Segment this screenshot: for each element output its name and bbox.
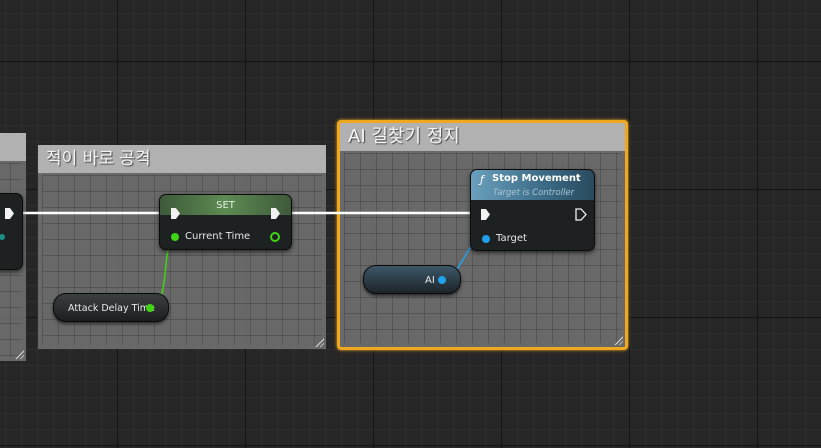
exec-in-pin[interactable] [481,209,490,220]
comment-title[interactable]: AI 길찾기 정지 [340,123,625,151]
attack-delay-time-node[interactable]: Attack Delay Time [53,293,169,322]
comment-title[interactable]: 적이 바로 공격 [38,145,326,173]
exec-out-pin[interactable] [5,208,14,219]
set-node[interactable]: SET Current Time [159,194,292,250]
stop-movement-title: Stop Movement [492,173,581,184]
current-time-output-pin[interactable] [270,232,280,242]
stop-movement-node[interactable]: ƒ Stop Movement Target is Controller Tar… [470,169,595,251]
ai-variable-node[interactable]: AI [363,265,461,294]
attack-delay-time-label: Attack Delay Time [68,303,155,314]
ai-variable-label: AI [425,275,435,286]
current-time-label: Current Time [185,231,251,242]
attack-delay-time-output-pin[interactable] [146,304,154,312]
partial-node[interactable] [0,193,23,270]
partial-pin[interactable] [0,234,5,240]
exec-out-pin[interactable] [575,208,587,221]
current-time-input-pin[interactable] [171,233,179,241]
function-icon: ƒ [480,173,484,186]
target-input-pin[interactable] [482,235,490,243]
ai-variable-output-pin[interactable] [438,276,446,284]
stop-movement-subtitle: Target is Controller [493,188,575,198]
target-label: Target [496,233,527,244]
comment-title[interactable] [0,133,26,161]
